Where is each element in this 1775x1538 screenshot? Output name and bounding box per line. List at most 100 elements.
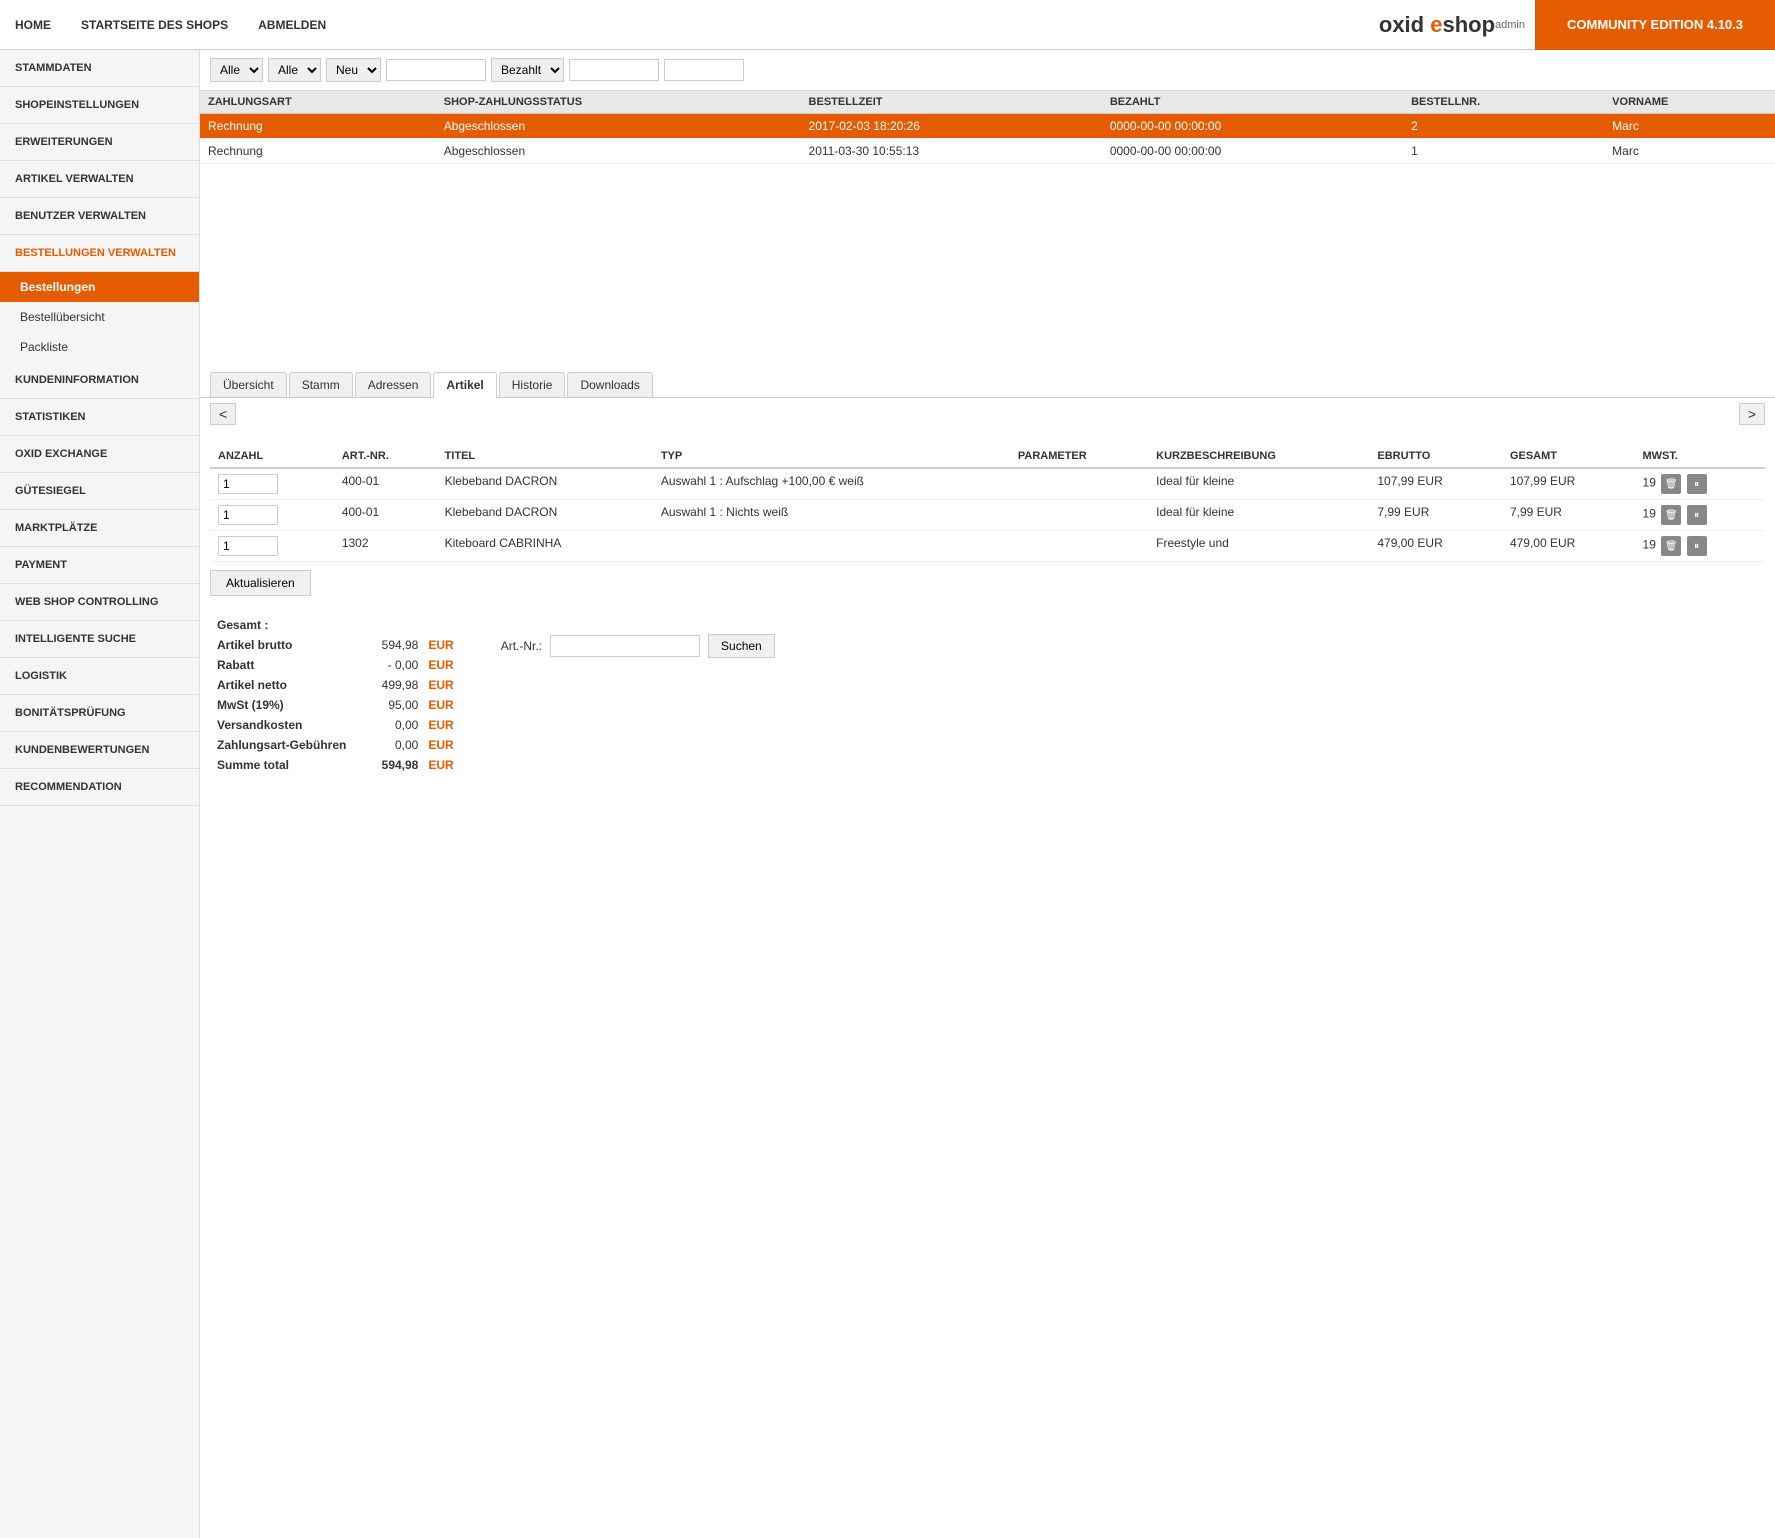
mwst-1: 19 xyxy=(1643,476,1656,490)
table-row[interactable]: Rechnung Abgeschlossen 2011-03-30 10:55:… xyxy=(200,139,1775,164)
parameter-2 xyxy=(1010,500,1148,531)
sidebar-item-stammdaten[interactable]: STAMMDATEN xyxy=(0,50,199,87)
cell-bezahlt: 0000-00-00 00:00:00 xyxy=(1102,114,1403,139)
search-button[interactable]: Suchen xyxy=(708,634,775,658)
filter-input-1[interactable] xyxy=(386,59,486,81)
summary-label-1: Rabatt xyxy=(212,656,351,674)
summary-currency-4: EUR xyxy=(425,716,458,734)
nav-startseite[interactable]: STARTSEITE DES SHOPS xyxy=(81,18,228,32)
sidebar-item-payment[interactable]: PAYMENT xyxy=(0,547,199,584)
anzahl-input-3[interactable] xyxy=(218,536,278,556)
parameter-1 xyxy=(1010,468,1148,500)
sidebar-item-shopeinstellungen[interactable]: SHOPEINSTELLUNGEN xyxy=(0,87,199,124)
kurzbeschreibung-1: Ideal für kleine xyxy=(1148,468,1369,500)
summary-table: Gesamt : Artikel brutto 594,98 EUR Rabat… xyxy=(210,614,461,776)
ebrutto-1: 107,99 EUR xyxy=(1369,468,1502,500)
tab-artikel[interactable]: Artikel xyxy=(433,372,496,398)
filter-input-2[interactable] xyxy=(569,59,659,81)
pause-icon-2[interactable]: ⏸ xyxy=(1687,505,1707,525)
cell-bestellnr: 2 xyxy=(1403,114,1604,139)
anzahl-input-1[interactable] xyxy=(218,474,278,494)
nav-arrow-right[interactable]: > xyxy=(1739,403,1765,425)
tab-stamm[interactable]: Stamm xyxy=(289,372,353,397)
delete-icon-1[interactable]: 🗑 xyxy=(1661,474,1681,494)
summary-amount-2: 499,98 xyxy=(353,676,423,694)
sidebar-item-artikel-verwalten[interactable]: ARTIKEL VERWALTEN xyxy=(0,161,199,198)
summary-amount-1: - 0,00 xyxy=(353,656,423,674)
tab-uebersicht[interactable]: Übersicht xyxy=(210,372,287,397)
sidebar-item-bonitaetspruefung[interactable]: BONITÄTSPRÜFUNG xyxy=(0,695,199,732)
article-table: ANZAHL ART.-NR. TITEL TYP PARAMETER KURZ… xyxy=(210,445,1765,562)
sidebar-item-web-shop-controlling[interactable]: WEB SHOP CONTROLLING xyxy=(0,584,199,621)
summary-label-3: MwSt (19%) xyxy=(212,696,351,714)
summary-row: Artikel brutto 594,98 EUR xyxy=(212,636,459,654)
filter-dropdown-2[interactable]: Alle xyxy=(268,58,321,82)
pause-icon-1[interactable]: ⏸ xyxy=(1687,474,1707,494)
table-row[interactable]: Rechnung Abgeschlossen 2017-02-03 18:20:… xyxy=(200,114,1775,139)
sidebar-item-benutzer-verwalten[interactable]: BENUTZER VERWALTEN xyxy=(0,198,199,235)
sidebar-item-kundeninformation[interactable]: KUNDENINFORMATION xyxy=(0,362,199,399)
sidebar-item-recommendation[interactable]: RECOMMENDATION xyxy=(0,769,199,806)
ebrutto-2: 7,99 EUR xyxy=(1369,500,1502,531)
gesamt-2: 7,99 EUR xyxy=(1502,500,1635,531)
filter-input-3[interactable] xyxy=(664,59,744,81)
sidebar-item-erweiterungen[interactable]: ERWEITERUNGEN xyxy=(0,124,199,161)
gesamt-1: 107,99 EUR xyxy=(1502,468,1635,500)
nav-abmelden[interactable]: ABMELDEN xyxy=(258,18,326,32)
table-row: 400-01 Klebeband DACRON Auswahl 1 : Nich… xyxy=(210,500,1765,531)
filter-dropdown-4[interactable]: Bezahlt xyxy=(491,58,564,82)
delete-icon-2[interactable]: 🗑 xyxy=(1661,505,1681,525)
art-col-artnr: ART.-NR. xyxy=(334,445,437,468)
sidebar-item-oxid-exchange[interactable]: OXID EXCHANGE xyxy=(0,436,199,473)
summary-row-total: Summe total 594,98 EUR xyxy=(212,756,459,774)
filter-dropdown-3[interactable]: Neu xyxy=(326,58,381,82)
nav-home[interactable]: HOME xyxy=(15,18,51,32)
summary-currency-6: EUR xyxy=(425,756,458,774)
summary-label-0: Artikel brutto xyxy=(212,636,351,654)
summary-amount-5: 0,00 xyxy=(353,736,423,754)
search-section: Art.-Nr.: Suchen xyxy=(501,614,775,776)
sidebar-item-guetesiegel[interactable]: GÜTESIEGEL xyxy=(0,473,199,510)
sidebar-subitem-packliste[interactable]: Packliste xyxy=(0,332,199,362)
summary-currency-1: EUR xyxy=(425,656,458,674)
delete-icon-3[interactable]: 🗑 xyxy=(1661,536,1681,556)
tab-historie[interactable]: Historie xyxy=(499,372,566,397)
col-vorname: VORNAME xyxy=(1604,91,1775,114)
nav-arrows: < > xyxy=(200,398,1775,430)
nav-arrow-left[interactable]: < xyxy=(210,403,236,425)
header-nav: HOME STARTSEITE DES SHOPS ABMELDEN xyxy=(0,18,1369,32)
gesamt-label: Gesamt : xyxy=(212,616,459,634)
logo-admin: admin xyxy=(1495,19,1525,31)
anzahl-input-2[interactable] xyxy=(218,505,278,525)
table-row: 1302 Kiteboard CABRINHA Freestyle und 47… xyxy=(210,531,1765,562)
cell-zahlungsart: Rechnung xyxy=(200,139,436,164)
tab-downloads[interactable]: Downloads xyxy=(567,372,652,397)
layout: STAMMDATEN SHOPEINSTELLUNGEN ERWEITERUNG… xyxy=(0,50,1775,1538)
sidebar-item-kundenbewertungen[interactable]: KUNDENBEWERTUNGEN xyxy=(0,732,199,769)
sidebar-item-intelligente-suche[interactable]: INTELLIGENTE SUCHE xyxy=(0,621,199,658)
art-col-kurzbeschreibung: KURZBESCHREIBUNG xyxy=(1148,445,1369,468)
sidebar-item-statistiken[interactable]: STATISTIKEN xyxy=(0,399,199,436)
tab-adressen[interactable]: Adressen xyxy=(355,372,432,397)
typ-1: Auswahl 1 : Aufschlag +100,00 € weiß xyxy=(653,468,1010,500)
order-table: ZAHLUNGSART SHOP-ZAHLUNGSSTATUS BESTELLZ… xyxy=(200,91,1775,164)
sidebar-item-bestellungen-verwalten[interactable]: BESTELLUNGEN VERWALTEN xyxy=(0,235,199,272)
summary-currency-3: EUR xyxy=(425,696,458,714)
pause-icon-3[interactable]: ⏸ xyxy=(1687,536,1707,556)
art-col-anzahl: ANZAHL xyxy=(210,445,334,468)
typ-2: Auswahl 1 : Nichts weiß xyxy=(653,500,1010,531)
ebrutto-3: 479,00 EUR xyxy=(1369,531,1502,562)
sidebar-item-logistik[interactable]: LOGISTIK xyxy=(0,658,199,695)
aktualisieren-button[interactable]: Aktualisieren xyxy=(210,570,311,596)
sidebar-item-marktplaetze[interactable]: MARKTPLÄTZE xyxy=(0,510,199,547)
art-nr-3: 1302 xyxy=(334,531,437,562)
tabs-bar: Übersicht Stamm Adressen Artikel Histori… xyxy=(200,364,1775,398)
filter-dropdown-1[interactable]: Alle xyxy=(210,58,263,82)
col-zahlungsart: ZAHLUNGSART xyxy=(200,91,436,114)
summary-amount-0: 594,98 xyxy=(353,636,423,654)
art-col-typ: TYP xyxy=(653,445,1010,468)
sidebar-subitem-bestelluebersicht[interactable]: Bestellübersicht xyxy=(0,302,199,332)
search-input[interactable] xyxy=(550,635,700,657)
sidebar-subitem-bestellungen[interactable]: Bestellungen xyxy=(0,272,199,302)
search-label: Art.-Nr.: xyxy=(501,639,542,653)
